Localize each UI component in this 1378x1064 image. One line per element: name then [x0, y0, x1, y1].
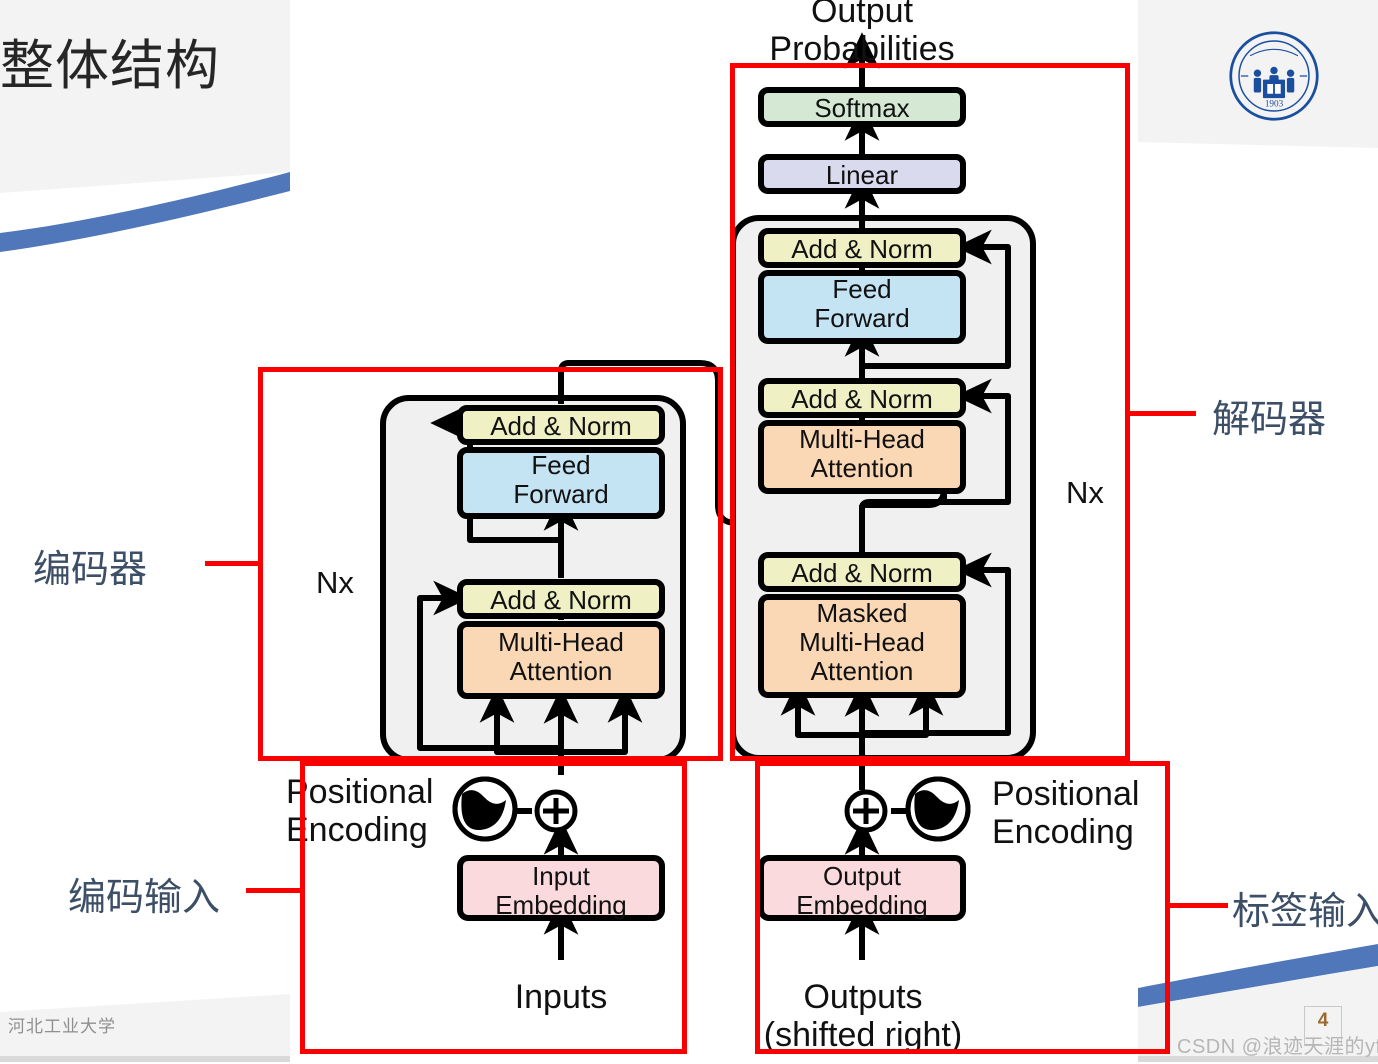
- slide-canvas: 整体结构 1903 Output Probabilities Add & Nor…: [0, 0, 1378, 1064]
- decoder-highlight-box: [730, 63, 1130, 761]
- page-number: 4: [1317, 1010, 1329, 1031]
- footer-university-name: 河北工业大学: [8, 1017, 116, 1036]
- annotation-encoder-input: 编码输入: [68, 877, 221, 919]
- annotation-decoder: 解码器: [1212, 399, 1327, 441]
- annotation-encoder: 编码器: [33, 549, 148, 591]
- label-input-highlight-box: [755, 761, 1170, 1054]
- label-input-leader-line: [1168, 903, 1228, 908]
- encoder-input-leader-line: [246, 888, 304, 893]
- output-probabilities-label: Output Probabilities: [769, 0, 955, 69]
- encoder-input-highlight-box: [300, 761, 687, 1054]
- encoder-highlight-box: [258, 367, 723, 761]
- annotation-label-input: 标签输入: [1232, 891, 1378, 933]
- watermark-text: CSDN @浪迹天涯的yf: [1177, 1036, 1378, 1058]
- decoder-leader-line: [1130, 411, 1196, 416]
- encoder-leader-line: [205, 561, 261, 566]
